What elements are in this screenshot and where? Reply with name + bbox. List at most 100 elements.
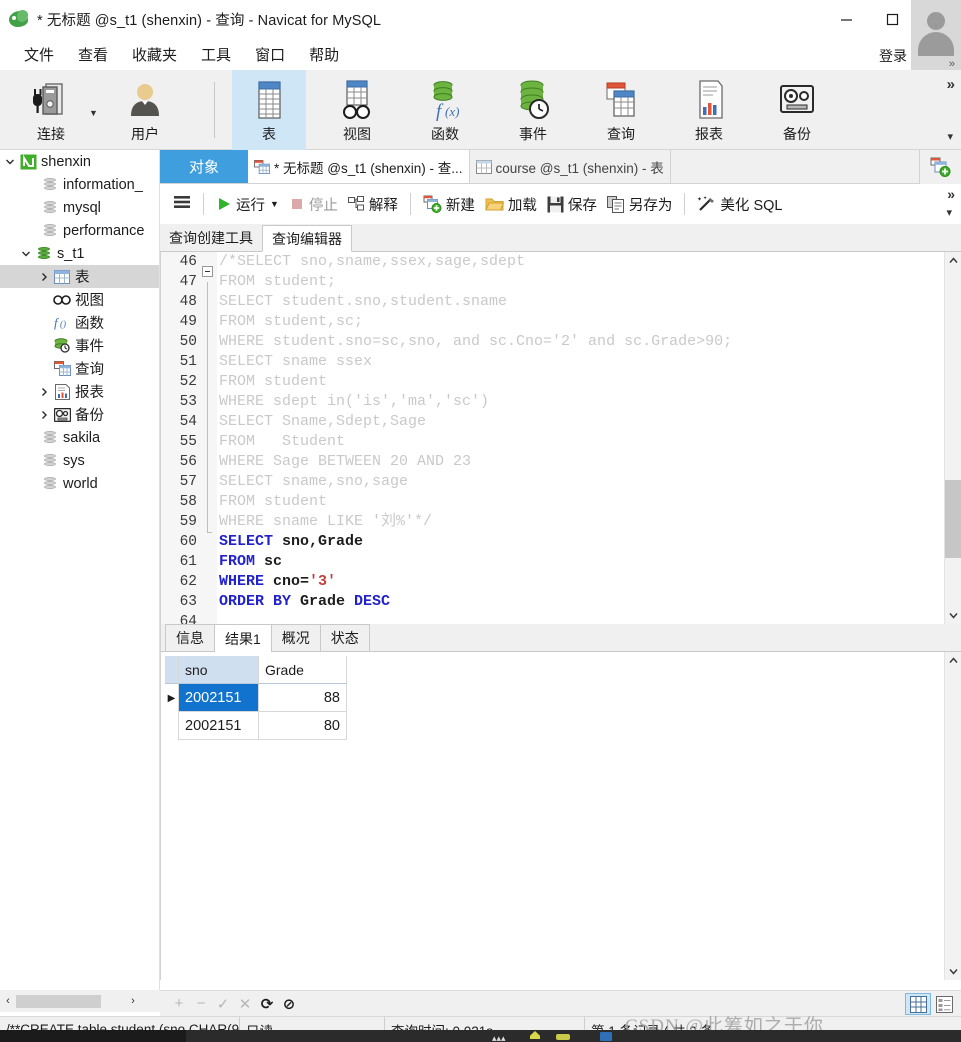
code-line[interactable]: 55 FROM Student bbox=[161, 432, 961, 462]
tab-profile[interactable]: 概况 bbox=[270, 624, 321, 651]
stop-button[interactable]: 停止 bbox=[284, 189, 343, 219]
code-line[interactable]: 59 WHERE sname LIKE '刘%'*/ bbox=[161, 512, 961, 533]
editor-vertical-scrollbar[interactable] bbox=[944, 252, 961, 624]
sidebar-item-queries[interactable]: 查询 bbox=[0, 357, 159, 380]
sidebar-item-functions[interactable]: f() 函数 bbox=[0, 311, 159, 334]
table-cell[interactable]: 80 bbox=[259, 712, 347, 740]
sidebar-item-backups[interactable]: 备份 bbox=[0, 403, 159, 426]
code-line[interactable]: 57 SELECT sname,sno,sage bbox=[161, 472, 961, 502]
tree-item-shenxin[interactable]: shenxin bbox=[0, 150, 159, 173]
refresh-icon[interactable]: ⟳ bbox=[256, 993, 278, 1015]
tree-item-s_t1[interactable]: s_t1 bbox=[0, 242, 159, 265]
code-line[interactable]: 63 ORDER BY Grade DESC bbox=[161, 592, 961, 612]
sidebar-item-views[interactable]: 视图 bbox=[0, 288, 159, 311]
sidebar-item-events[interactable]: 事件 bbox=[0, 334, 159, 357]
chevron-down-icon[interactable] bbox=[2, 150, 18, 173]
new-query-button[interactable]: 新建 bbox=[418, 189, 480, 219]
result-grid[interactable]: sno Grade ▶ 2002151 88 2002151 80 bbox=[165, 656, 347, 740]
chevron-right-icon[interactable] bbox=[36, 265, 52, 288]
sql-code-area[interactable]: 46 /*SELECT sno,sname,ssex,sage,sdept 47 FR… bbox=[161, 252, 961, 624]
scroll-up-icon[interactable] bbox=[945, 652, 961, 669]
explain-button[interactable]: 解释 bbox=[343, 189, 403, 219]
menu-file[interactable]: 文件 bbox=[12, 38, 66, 70]
sidebar-item-reports[interactable]: 报表 bbox=[0, 380, 159, 403]
tree-item-world[interactable]: world bbox=[0, 472, 159, 495]
chevron-right-icon[interactable] bbox=[36, 380, 52, 403]
code-line[interactable]: 56 WHERE Sage BETWEEN 20 AND 23 bbox=[161, 452, 961, 482]
tree-item-mysql[interactable]: mysql bbox=[0, 196, 159, 219]
toolbar-user[interactable]: 用户 bbox=[108, 70, 182, 150]
tab-result1[interactable]: 结果1 bbox=[214, 624, 272, 652]
code-line[interactable]: 64 bbox=[161, 612, 961, 624]
save-button[interactable]: 保存 bbox=[542, 189, 602, 219]
tree-item-sys[interactable]: sys bbox=[0, 449, 159, 472]
scroll-up-icon[interactable] bbox=[945, 252, 961, 269]
toolbar-overflow-icon[interactable]: » bbox=[947, 76, 955, 93]
code-line[interactable]: 51 SELECT sname ssex bbox=[161, 352, 961, 382]
tab-query-editor[interactable]: 查询编辑器 bbox=[262, 225, 352, 252]
sql-editor[interactable]: 46 /*SELECT sno,sname,ssex,sage,sdept 47 FR… bbox=[160, 252, 961, 624]
query-toolbar-overflow-icon[interactable]: » bbox=[947, 186, 955, 202]
menu-help[interactable]: 帮助 bbox=[297, 38, 351, 70]
load-button[interactable]: 加载 bbox=[480, 189, 542, 219]
connection-dropdown-caret-icon[interactable]: ▼ bbox=[89, 108, 98, 118]
toolbar-overflow-caret-icon[interactable]: ▾ bbox=[947, 130, 953, 143]
code-line[interactable]: 60 SELECT sno,Grade bbox=[161, 532, 961, 552]
avatar-chevron-icon[interactable]: » bbox=[949, 58, 955, 70]
toolbar-connection[interactable]: 连接 bbox=[14, 70, 88, 150]
code-line[interactable]: 47 FROM student; bbox=[161, 272, 961, 302]
table-row[interactable]: 2002151 80 bbox=[165, 712, 347, 740]
code-line[interactable]: 49 FROM student,sc; bbox=[161, 312, 961, 342]
menu-view[interactable]: 查看 bbox=[66, 38, 120, 70]
table-cell[interactable]: 2002151 bbox=[179, 684, 259, 712]
scroll-down-icon[interactable] bbox=[945, 963, 961, 980]
scrollbar-thumb[interactable] bbox=[16, 994, 101, 1008]
code-line[interactable]: 54 SELECT Sname,Sdept,Sage bbox=[161, 412, 961, 442]
table-cell[interactable]: 88 bbox=[259, 684, 347, 712]
tab-status[interactable]: 状态 bbox=[319, 624, 370, 651]
code-line[interactable]: 62 WHERE cno='3' bbox=[161, 572, 961, 592]
menu-favorites[interactable]: 收藏夹 bbox=[120, 38, 189, 70]
toolbar-backup[interactable]: 备份 bbox=[760, 70, 834, 150]
tab-messages[interactable]: 信息 bbox=[165, 624, 215, 651]
code-line[interactable]: 53 WHERE sdept in('is','ma','sc') bbox=[161, 392, 961, 422]
code-line[interactable]: 58 FROM student bbox=[161, 492, 961, 522]
database-tree[interactable]: shenxin information_ mysql performance s… bbox=[0, 150, 160, 990]
column-header[interactable]: Grade bbox=[259, 656, 347, 684]
delete-record-icon[interactable]: − bbox=[190, 993, 212, 1015]
beautify-sql-button[interactable]: ✦ ✦ 美化 SQL bbox=[692, 189, 787, 219]
scroll-left-icon[interactable]: ‹ bbox=[0, 990, 16, 1012]
maximize-button[interactable] bbox=[869, 0, 915, 38]
column-header[interactable]: sno bbox=[179, 656, 259, 684]
tree-item-sakila[interactable]: sakila bbox=[0, 426, 159, 449]
tab-query-untitled[interactable]: * 无标题 @s_t1 (shenxin) - 查... bbox=[248, 150, 470, 183]
toolbar-query[interactable]: 查询 bbox=[584, 70, 658, 150]
code-line[interactable]: 46 /*SELECT sno,sname,ssex,sage,sdept bbox=[161, 252, 961, 277]
code-line[interactable]: 52 FROM student bbox=[161, 372, 961, 402]
chevron-right-icon[interactable] bbox=[36, 403, 52, 426]
stop-loading-icon[interactable]: ⊘ bbox=[278, 993, 300, 1015]
toolbar-view[interactable]: 视图 bbox=[320, 70, 394, 150]
code-line[interactable]: 50 WHERE student.sno=sc,sno, and sc.Cno='… bbox=[161, 332, 961, 362]
minimize-button[interactable] bbox=[823, 0, 869, 38]
toolbar-event[interactable]: 事件 bbox=[496, 70, 570, 150]
tree-item-performance-schema[interactable]: performance bbox=[0, 219, 159, 242]
toolbar-table[interactable]: 表 bbox=[232, 70, 306, 150]
code-line[interactable]: 48 SELECT student.sno,student.sname bbox=[161, 292, 961, 322]
chevron-down-icon[interactable] bbox=[18, 242, 34, 265]
toolbar-report[interactable]: 报表 bbox=[672, 70, 746, 150]
tab-objects[interactable]: 对象 bbox=[160, 150, 248, 183]
menu-tools[interactable]: 工具 bbox=[189, 38, 243, 70]
discard-change-icon[interactable]: ✕ bbox=[234, 993, 256, 1015]
apply-change-icon[interactable]: ✓ bbox=[212, 993, 234, 1015]
scrollbar-thumb[interactable] bbox=[945, 480, 961, 558]
scroll-down-icon[interactable] bbox=[945, 607, 961, 624]
toolbar-function[interactable]: f (x) 函数 bbox=[408, 70, 482, 150]
editor-menu-button[interactable] bbox=[168, 189, 196, 219]
tree-horizontal-scrollbar[interactable]: ‹ › bbox=[0, 990, 160, 1012]
login-link[interactable]: 登录 bbox=[879, 46, 907, 66]
save-as-button[interactable]: 另存为 bbox=[602, 189, 678, 219]
run-dropdown-caret-icon[interactable]: ▼ bbox=[270, 199, 279, 209]
tab-query-builder[interactable]: 查询创建工具 bbox=[160, 224, 262, 251]
menu-window[interactable]: 窗口 bbox=[243, 38, 297, 70]
